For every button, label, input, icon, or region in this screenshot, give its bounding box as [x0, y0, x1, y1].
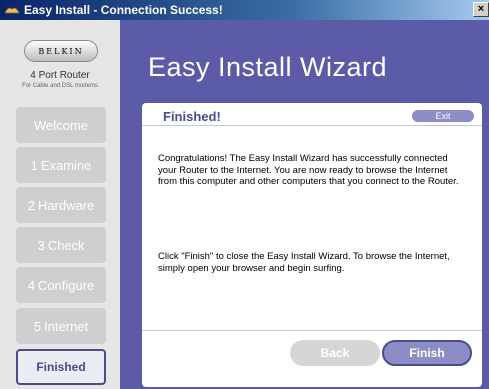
- step-welcome: Welcome: [16, 107, 106, 143]
- sidebar: BELKIN 4 Port Router For Cable and DSL m…: [0, 20, 120, 389]
- main-area: Easy Install Wizard Finished! Exit Congr…: [120, 20, 489, 389]
- back-button[interactable]: Back: [290, 340, 380, 366]
- step-label: Hardware: [37, 197, 95, 213]
- product-name: 4 Port Router: [30, 70, 90, 81]
- installer-window: Easy Install - Connection Success! × BEL…: [0, 0, 489, 389]
- step-label: Finished: [36, 360, 86, 374]
- divider: [142, 125, 482, 126]
- close-icon[interactable]: ×: [473, 2, 489, 17]
- step-number: 2: [27, 197, 35, 213]
- step-check: 3 Check: [16, 227, 106, 263]
- step-hardware: 2 Hardware: [16, 187, 106, 223]
- step-label: Welcome: [34, 117, 88, 133]
- success-message: Congratulations! The Easy Install Wizard…: [158, 153, 459, 187]
- step-label: Internet: [44, 318, 89, 334]
- brand-text: BELKIN: [38, 46, 84, 56]
- step-label: Configure: [37, 277, 95, 293]
- divider: [142, 330, 482, 331]
- step-label: Examine: [40, 157, 92, 173]
- step-examine: 1 Examine: [16, 147, 106, 183]
- wizard-title: Easy Install Wizard: [148, 52, 388, 82]
- step-number: 3: [37, 237, 45, 253]
- step-number: 4: [27, 277, 35, 293]
- step-number: 1: [30, 157, 38, 173]
- step-configure: 4 Configure: [16, 267, 106, 303]
- panel-title: Finished!: [163, 109, 221, 124]
- finish-button[interactable]: Finish: [382, 340, 472, 366]
- step-number: 5: [33, 318, 42, 334]
- exit-button[interactable]: Exit: [412, 110, 474, 122]
- title-bar: Easy Install - Connection Success! ×: [0, 0, 489, 20]
- window-title: Easy Install - Connection Success!: [24, 3, 223, 17]
- step-label: Check: [47, 237, 85, 253]
- step-finished: Finished: [16, 349, 106, 385]
- finish-instructions: Click "Finish" to close the Easy Install…: [158, 251, 450, 274]
- step-internet: 5 Internet: [16, 308, 106, 344]
- app-icon: [4, 4, 20, 16]
- content-panel: Finished! Exit Congratulations! The Easy…: [142, 103, 482, 387]
- belkin-logo: BELKIN: [24, 40, 98, 62]
- product-subtitle: For Cable and DSL modems: [22, 83, 98, 89]
